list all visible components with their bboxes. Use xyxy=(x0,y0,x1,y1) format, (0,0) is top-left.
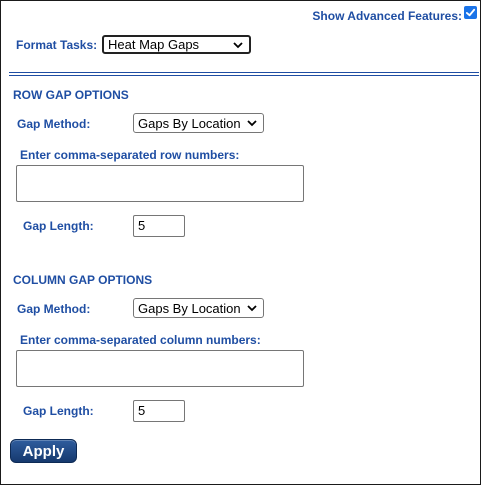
section-divider-bottom xyxy=(9,75,479,76)
row-gap-length-input[interactable]: 5 xyxy=(133,215,185,237)
column-gap-length-input[interactable]: 5 xyxy=(133,400,185,422)
row-gap-options-title: ROW GAP OPTIONS xyxy=(13,88,129,102)
column-numbers-label: Enter comma-separated column numbers: xyxy=(20,333,261,347)
format-tasks-value: Heat Map Gaps xyxy=(108,37,200,52)
row-gap-method-value: Gaps By Location xyxy=(138,115,241,131)
column-gap-method-select[interactable]: Gaps By Location xyxy=(133,298,264,318)
row-gap-method-select[interactable]: Gaps By Location xyxy=(133,113,264,133)
chevron-down-icon xyxy=(247,120,257,127)
row-numbers-input[interactable] xyxy=(16,165,304,202)
row-gap-length-label: Gap Length: xyxy=(23,219,94,233)
advanced-features-label: Show Advanced Features: xyxy=(312,9,462,23)
advanced-features-checkbox[interactable] xyxy=(464,6,477,19)
format-tasks-label: Format Tasks: xyxy=(16,38,98,52)
column-numbers-input[interactable] xyxy=(16,350,304,387)
section-divider-top xyxy=(9,72,479,73)
column-gap-method-label: Gap Method: xyxy=(17,302,91,316)
row-numbers-label: Enter comma-separated row numbers: xyxy=(20,148,240,162)
apply-button[interactable]: Apply xyxy=(10,439,77,463)
chevron-down-icon xyxy=(247,305,257,312)
format-panel: Show Advanced Features: Format Tasks: He… xyxy=(0,0,481,485)
row-gap-method-label: Gap Method: xyxy=(17,117,91,131)
column-gap-length-label: Gap Length: xyxy=(23,404,94,418)
check-icon xyxy=(465,8,476,17)
format-tasks-select[interactable]: Heat Map Gaps xyxy=(102,35,251,54)
column-gap-options-title: COLUMN GAP OPTIONS xyxy=(13,273,153,287)
column-gap-method-value: Gaps By Location xyxy=(138,300,241,316)
chevron-down-icon xyxy=(233,41,243,48)
